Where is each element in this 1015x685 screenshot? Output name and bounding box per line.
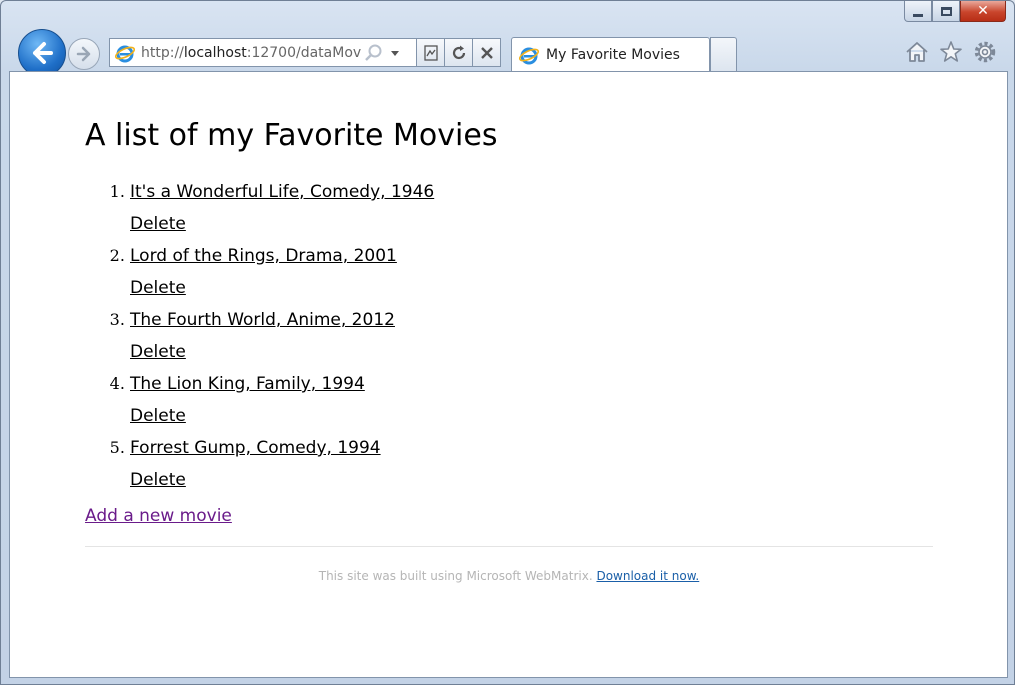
command-icons (904, 39, 998, 65)
browser-window: ✕ http://localhost:12700/dataMovie My Fa… (0, 0, 1015, 685)
delete-link[interactable]: Delete (130, 336, 434, 368)
forward-arrow-icon (76, 46, 91, 62)
movie-list: It's a Wonderful Life, Comedy, 1946 Dele… (85, 176, 434, 496)
address-bar[interactable]: http://localhost:12700/dataMovie (109, 38, 417, 67)
stop-button[interactable] (473, 38, 501, 67)
back-button[interactable] (18, 29, 66, 77)
tab-title: My Favorite Movies (546, 47, 680, 63)
caption-buttons: ✕ (904, 1, 1006, 23)
movie-link[interactable]: Forrest Gump, Comedy, 1994 (130, 432, 434, 464)
movie-link[interactable]: The Lion King, Family, 1994 (130, 368, 434, 400)
delete-link[interactable]: Delete (130, 272, 434, 304)
movie-link[interactable]: Lord of the Rings, Drama, 2001 (130, 240, 434, 272)
compatibility-icon (423, 44, 438, 61)
movie-link[interactable]: The Fourth World, Anime, 2012 (130, 304, 434, 336)
delete-link[interactable]: Delete (130, 400, 434, 432)
ie-logo-icon (114, 45, 136, 62)
list-item: Forrest Gump, Comedy, 1994 Delete (130, 432, 434, 496)
settings-gear-icon[interactable] (972, 39, 998, 65)
close-icon: ✕ (977, 3, 989, 19)
minimize-button[interactable] (904, 1, 932, 22)
page-footer: This site was built using Microsoft WebM… (85, 569, 933, 583)
minimize-icon (913, 13, 923, 17)
footer-divider (85, 546, 933, 547)
footer-text: This site was built using Microsoft WebM… (318, 569, 597, 583)
stop-icon (480, 46, 493, 59)
back-arrow-icon (33, 42, 53, 64)
favorites-star-icon[interactable] (938, 39, 964, 65)
list-item: The Lion King, Family, 1994 Delete (130, 368, 434, 432)
delete-link[interactable]: Delete (130, 464, 434, 496)
forward-button[interactable] (68, 38, 100, 70)
add-movie-link[interactable]: Add a new movie (85, 506, 232, 526)
refresh-button[interactable] (445, 38, 473, 67)
list-item: Lord of the Rings, Drama, 2001 Delete (130, 240, 434, 304)
tab-my-favorite-movies[interactable]: My Favorite Movies (511, 37, 710, 72)
movie-link[interactable]: It's a Wonderful Life, Comedy, 1946 (130, 176, 434, 208)
page-viewport: A list of my Favorite Movies It's a Wond… (9, 71, 1008, 678)
close-window-button[interactable]: ✕ (960, 1, 1006, 22)
ie-logo-icon (518, 47, 540, 65)
maximize-button[interactable] (932, 1, 960, 22)
list-item: It's a Wonderful Life, Comedy, 1946 Dele… (130, 176, 434, 240)
page-title: A list of my Favorite Movies (85, 118, 498, 153)
compatibility-view-button[interactable] (417, 38, 445, 67)
download-link[interactable]: Download it now. (596, 569, 699, 583)
list-item: The Fourth World, Anime, 2012 Delete (130, 304, 434, 368)
search-icon[interactable] (363, 42, 385, 64)
url-path: :12700/dataMovie (246, 44, 361, 61)
refresh-icon (452, 45, 465, 59)
dropdown-arrow-icon[interactable] (385, 43, 405, 63)
url-scheme: http:// (141, 44, 184, 61)
address-tools (363, 42, 405, 64)
maximize-icon (940, 6, 952, 16)
url-host: localhost (183, 44, 247, 61)
home-icon[interactable] (904, 39, 930, 65)
new-tab-button[interactable] (710, 37, 737, 71)
delete-link[interactable]: Delete (130, 208, 434, 240)
address-url: http://localhost:12700/dataMovie (141, 45, 361, 61)
